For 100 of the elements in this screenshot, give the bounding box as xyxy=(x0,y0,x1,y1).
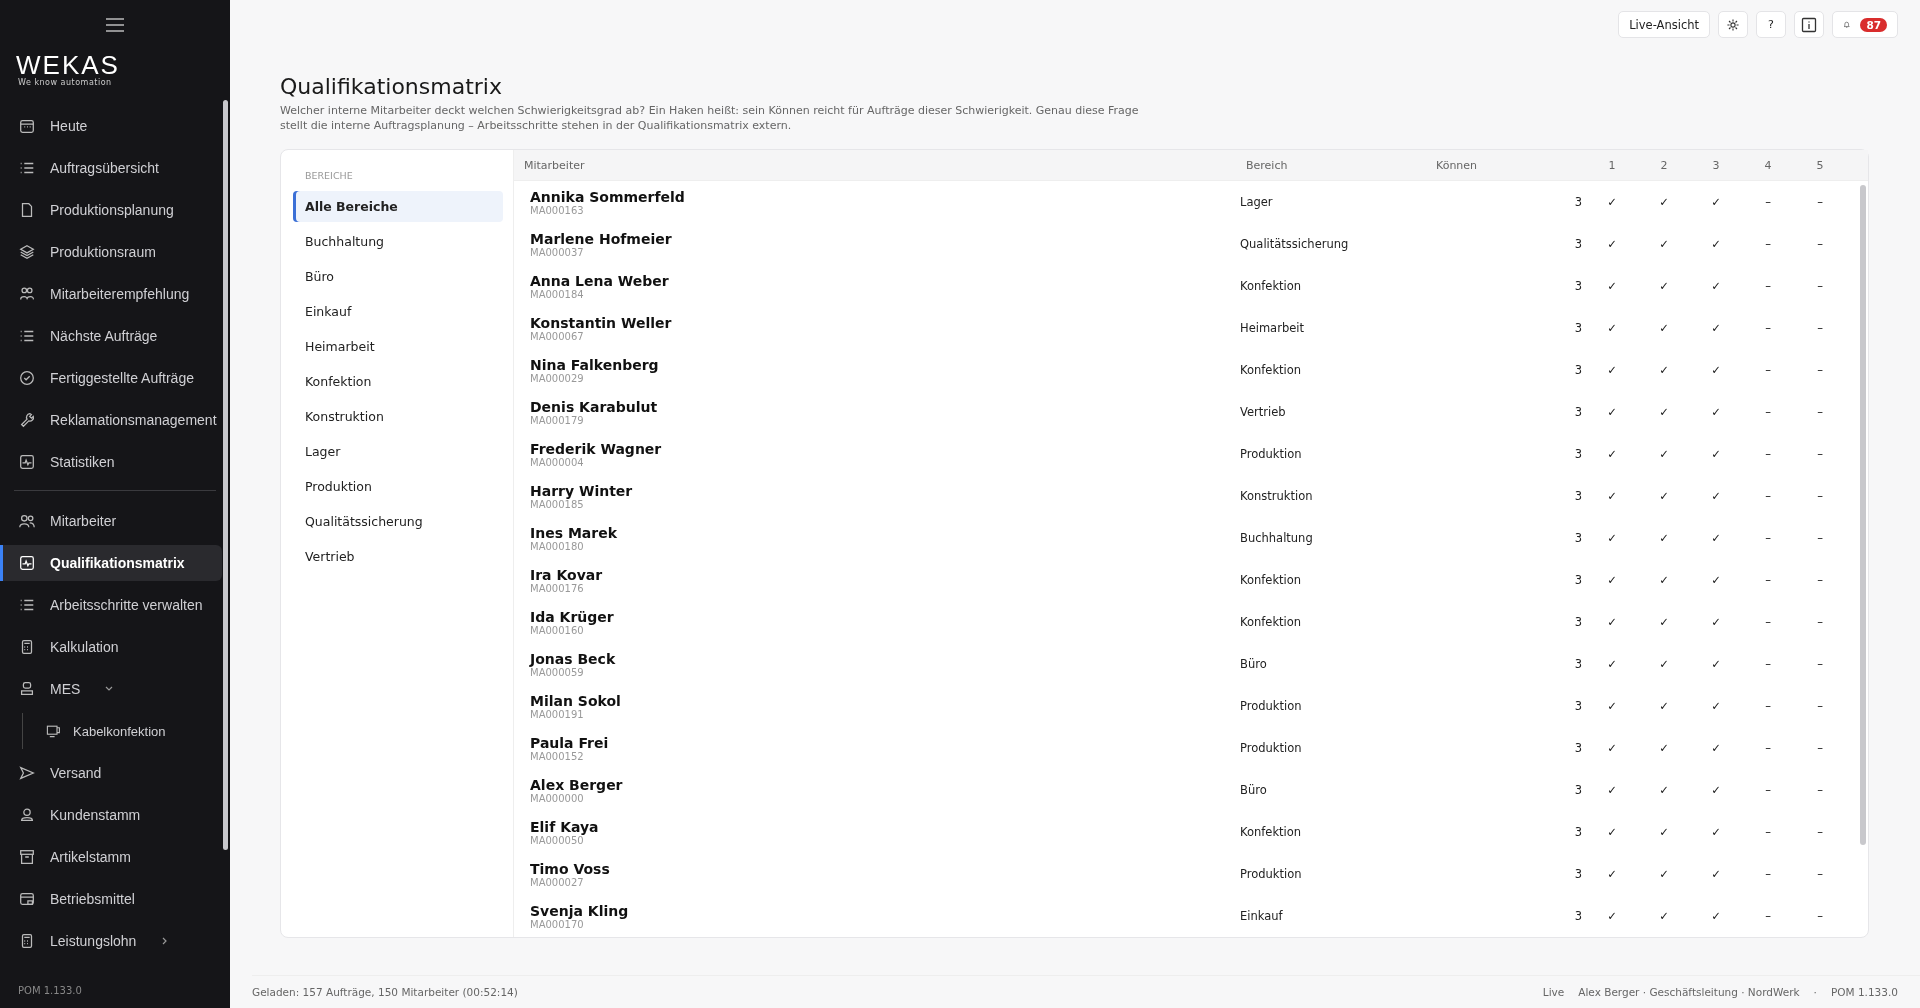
nav-item[interactable]: Kabelkonfektion xyxy=(23,713,222,749)
level-cell-text: ✓ xyxy=(1606,825,1618,839)
nav-item[interactable]: Auftragsübersicht xyxy=(0,150,222,186)
info-icon xyxy=(1801,16,1817,33)
level-cell-text: – xyxy=(1764,489,1772,503)
wrench-icon xyxy=(18,411,36,429)
level-cell-text: ✓ xyxy=(1658,531,1670,545)
area-cell-text: Konfektion xyxy=(1240,615,1303,629)
level-cell-text: – xyxy=(1764,531,1772,545)
nav-item[interactable]: MES xyxy=(0,671,222,707)
live-view-button[interactable]: Live-Ansicht xyxy=(1618,11,1710,38)
employee-id: MA000037 xyxy=(530,246,584,258)
filter-item[interactable]: Konfektion xyxy=(293,366,503,397)
nav-item[interactable]: Reklamationsmanagement xyxy=(0,402,222,438)
level-cell-text: – xyxy=(1816,321,1824,335)
nav-item[interactable]: Heute xyxy=(0,108,222,144)
level-cell-text: ✓ xyxy=(1658,741,1670,755)
area-cell-text: Konfektion xyxy=(1240,573,1303,587)
filter-item[interactable]: Büro xyxy=(293,261,503,292)
nav-item[interactable]: Produktionsplanung xyxy=(0,192,222,228)
level-cell-text: ✓ xyxy=(1710,867,1722,881)
level-cell-text: – xyxy=(1816,741,1824,755)
level-cell-text: ✓ xyxy=(1710,657,1722,671)
filter-item[interactable]: Vertrieb xyxy=(293,541,503,572)
employee-id: MA000180 xyxy=(530,540,584,552)
employee-id: MA000185 xyxy=(530,498,584,510)
skill-cell-text: 3 xyxy=(1573,741,1583,755)
level-cell-text: – xyxy=(1816,531,1824,545)
status-text: Geladen: 157 Aufträge, 150 Mitarbeiter (00:52:14) xyxy=(252,986,518,998)
area-cell-text: Büro xyxy=(1240,657,1268,671)
area-cell-text: Büro xyxy=(1240,783,1268,797)
level-cell-text: ✓ xyxy=(1710,909,1722,923)
nav-item[interactable]: Artikelstamm xyxy=(0,839,222,875)
level-cell-text: ✓ xyxy=(1606,699,1618,713)
nav-item[interactable]: Mitarbeiterempfehlung xyxy=(0,276,222,312)
scrollbar[interactable] xyxy=(1860,185,1866,845)
notifications-button[interactable]: 87 xyxy=(1832,11,1898,38)
employee-name: Ira Kovar xyxy=(530,566,603,583)
level-cell-text: – xyxy=(1764,321,1772,335)
level-cell-text: ✓ xyxy=(1658,237,1670,251)
level-cell-text: – xyxy=(1816,195,1824,209)
calendar-icon xyxy=(18,117,36,135)
nav-item[interactable]: Fertiggestellte Aufträge xyxy=(0,360,222,396)
chart-icon xyxy=(18,554,36,572)
employee-name: Denis Karabulut xyxy=(530,398,658,415)
column-header: 4 xyxy=(1763,158,1773,172)
info-button[interactable] xyxy=(1794,11,1824,38)
filter-item[interactable]: Produktion xyxy=(293,471,503,502)
nav-item[interactable]: Betriebsmittel xyxy=(0,881,222,917)
level-cell-text: ✓ xyxy=(1710,405,1722,419)
level-cell-text: – xyxy=(1764,237,1772,251)
settings-button[interactable] xyxy=(1718,11,1748,38)
robot-icon xyxy=(18,680,36,698)
level-cell-text: ✓ xyxy=(1710,573,1722,587)
nav-item[interactable]: Leistungslohn xyxy=(0,923,222,959)
employee-name: Timo Voss xyxy=(530,860,610,877)
filter-item[interactable]: Qualitätssicherung xyxy=(293,506,503,537)
filter-item[interactable]: Konstruktion xyxy=(293,401,503,432)
nav-item[interactable]: Produktionsraum xyxy=(0,234,222,270)
skill-cell-text: 3 xyxy=(1573,699,1583,713)
nav-item[interactable]: Kalkulation xyxy=(0,629,222,665)
level-cell-text: ✓ xyxy=(1658,195,1670,209)
page-title: Qualifikationsmatrix xyxy=(280,74,503,99)
skill-cell-text: 3 xyxy=(1573,909,1583,923)
filter-item[interactable]: Buchhaltung xyxy=(293,226,503,257)
filter-item[interactable]: Alle Bereiche xyxy=(293,191,503,222)
filter-item[interactable]: Heimarbeit xyxy=(293,331,503,362)
nav-item[interactable]: Statistiken xyxy=(0,444,222,480)
area-cell-text: Produktion xyxy=(1240,867,1303,881)
nav-item[interactable]: Kundenstamm xyxy=(0,797,222,833)
employee-name: Frederik Wagner xyxy=(530,440,662,457)
nav-item[interactable]: Mitarbeiter xyxy=(0,503,222,539)
logo: WEKAS xyxy=(16,52,120,78)
filter-item[interactable]: Lager xyxy=(293,436,503,467)
skill-cell-text: 3 xyxy=(1573,657,1583,671)
level-cell-text: ✓ xyxy=(1606,279,1618,293)
area-cell-text: Heimarbeit xyxy=(1240,321,1305,335)
level-cell-text: ✓ xyxy=(1710,279,1722,293)
employee-id: MA000000 xyxy=(530,792,584,804)
scrollbar[interactable] xyxy=(223,100,228,850)
level-cell-text: ✓ xyxy=(1658,363,1670,377)
level-cell-text: – xyxy=(1764,741,1772,755)
level-cell-text: – xyxy=(1764,699,1772,713)
nav-item[interactable]: Arbeitsschritte verwalten xyxy=(0,587,222,623)
menu-icon[interactable] xyxy=(106,18,124,32)
employee-name: Milan Sokol xyxy=(530,692,621,709)
area-cell-text: Lager xyxy=(1240,195,1274,209)
monitor-icon xyxy=(45,723,61,739)
nav-item[interactable]: Nächste Aufträge xyxy=(0,318,222,354)
level-cell-text: ✓ xyxy=(1606,615,1618,629)
nav-item[interactable]: Qualifikationsmatrix xyxy=(0,545,222,581)
version-label: POM 1.133.0 xyxy=(1830,986,1898,998)
help-button[interactable]: ? xyxy=(1756,11,1786,38)
level-cell-text: – xyxy=(1816,573,1824,587)
card-icon xyxy=(18,890,36,908)
employee-name: Jonas Beck xyxy=(530,650,616,667)
nav-item[interactable]: Versand xyxy=(0,755,222,791)
level-cell-text: ✓ xyxy=(1658,615,1670,629)
employee-id: MA000160 xyxy=(530,624,584,636)
filter-item[interactable]: Einkauf xyxy=(293,296,503,327)
